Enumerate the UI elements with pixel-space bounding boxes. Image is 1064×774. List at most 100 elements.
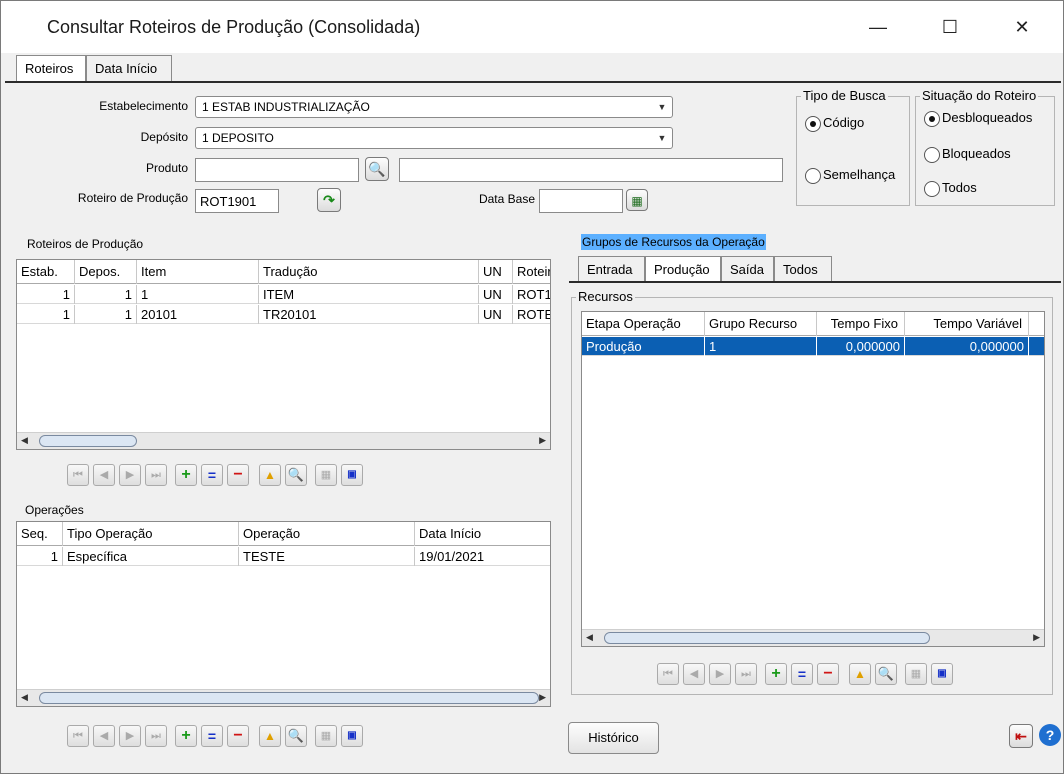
search-button[interactable]: 🔍 [365,157,389,181]
column-header[interactable]: Roteiro [513,260,550,284]
estabelecimento-select[interactable]: 1 ESTAB INDUSTRIALIZAÇÃO ▼ [195,96,673,118]
last-record-icon[interactable]: ⏭ [735,663,757,685]
radio-bloqueados[interactable]: Bloqueados [924,146,1011,163]
first-record-icon[interactable]: ⏮ [67,464,89,486]
next-record-icon[interactable]: ▶ [709,663,731,685]
tab-saida[interactable]: Saída [721,256,774,282]
recursos-grid[interactable]: Etapa Operação Grupo Recurso Tempo Fixo … [581,311,1045,647]
maximize-button[interactable]: ☐ [927,9,973,45]
help-button[interactable]: ? [1039,724,1061,746]
roteiro-input[interactable]: ROT1901 [195,189,279,213]
column-header[interactable]: Data Início [415,522,550,546]
refresh-button[interactable]: ↷ [317,188,341,212]
deposito-select[interactable]: 1 DEPOSITO ▼ [195,127,673,149]
radio-todos[interactable]: Todos [924,180,977,197]
first-record-icon[interactable]: ⏮ [67,725,89,747]
column-header[interactable]: Tradução [259,260,479,284]
scroll-thumb[interactable] [604,632,930,644]
scroll-thumb[interactable] [39,435,137,447]
column-header[interactable]: Tempo Fixo [817,312,905,336]
first-record-icon[interactable]: ⏮ [657,663,679,685]
operacoes-grid[interactable]: Seq. Tipo Operação Operação Data Início … [16,521,551,707]
scroll-left-icon[interactable]: ◀ [21,692,28,703]
tab-entrada[interactable]: Entrada [578,256,645,282]
export-icon[interactable]: ▣ [341,464,363,486]
prev-record-icon[interactable]: ◀ [93,464,115,486]
tab-roteiros[interactable]: Roteiros [16,55,86,81]
grid-view-icon[interactable]: ▦ [315,464,337,486]
window-title: Consultar Roteiros de Produção (Consolid… [47,17,421,37]
cell-roteiro: ROTE [513,305,550,324]
produto-description-field[interactable] [399,158,783,182]
grid-view-icon[interactable]: ▦ [315,725,337,747]
roteiros-grid[interactable]: Estab. Depos. Item Tradução UN Roteiro 1… [16,259,551,450]
cell-grupo-recurso: 1 [705,337,817,356]
historico-button[interactable]: Histórico [568,722,659,754]
scroll-right-icon[interactable]: ▶ [539,692,546,703]
column-header[interactable]: Depos. [75,260,137,284]
calendar-button[interactable]: ▦ [626,189,648,211]
equal-icon[interactable]: = [201,464,223,486]
table-row-selected[interactable]: Produção 1 0,000000 0,000000 [582,337,1044,356]
radio-codigo[interactable]: Código [805,115,864,132]
data-base-input[interactable] [539,189,623,213]
tab-data-inicio[interactable]: Data Início [86,55,172,81]
remove-icon[interactable]: − [227,725,249,747]
next-record-icon[interactable]: ▶ [119,725,141,747]
radio-unchecked-icon [805,167,821,184]
add-icon[interactable]: + [765,663,787,685]
scroll-left-icon[interactable]: ◀ [586,632,593,643]
close-button[interactable]: ✕ [999,9,1045,45]
table-row[interactable]: 1 1 1 ITEM UN ROT1 [17,285,550,304]
next-record-icon[interactable]: ▶ [119,464,141,486]
radio-unchecked-icon [924,146,940,163]
tab-todos[interactable]: Todos [774,256,832,282]
search-icon[interactable]: 🔍 [285,725,307,747]
grid-view-icon[interactable]: ▦ [905,663,927,685]
add-icon[interactable]: + [175,464,197,486]
horizontal-scrollbar[interactable]: ◀ ▶ [582,629,1044,646]
prev-record-icon[interactable]: ◀ [93,725,115,747]
triangle-up-icon[interactable]: ▲ [259,725,281,747]
last-record-icon[interactable]: ⏭ [145,725,167,747]
column-header[interactable]: Operação [239,522,415,546]
scroll-right-icon[interactable]: ▶ [539,435,546,446]
column-header[interactable]: Etapa Operação [582,312,705,336]
minimize-button[interactable]: — [855,9,901,45]
tab-producao[interactable]: Produção [645,256,721,282]
column-header[interactable]: Item [137,260,259,284]
last-record-icon[interactable]: ⏭ [145,464,167,486]
horizontal-scrollbar[interactable]: ◀ ▶ [17,689,550,706]
column-header[interactable]: UN [479,260,513,284]
export-icon[interactable]: ▣ [341,725,363,747]
exit-button[interactable]: ⇤ [1009,724,1033,748]
prev-record-icon[interactable]: ◀ [683,663,705,685]
column-header[interactable]: Tipo Operação [63,522,239,546]
produto-input[interactable] [195,158,359,182]
remove-icon[interactable]: − [227,464,249,486]
equal-icon[interactable]: = [201,725,223,747]
add-icon[interactable]: + [175,725,197,747]
column-header[interactable]: Estab. [17,260,75,284]
search-icon[interactable]: 🔍 [875,663,897,685]
horizontal-scrollbar[interactable]: ◀ ▶ [17,432,550,449]
cell-traducao: ITEM [259,285,479,304]
export-icon[interactable]: ▣ [931,663,953,685]
scroll-thumb[interactable] [39,692,539,704]
triangle-up-icon[interactable]: ▲ [849,663,871,685]
equal-icon[interactable]: = [791,663,813,685]
scroll-left-icon[interactable]: ◀ [21,435,28,446]
column-header[interactable]: Seq. [17,522,63,546]
table-row[interactable]: 1 1 20101 TR20101 UN ROTE [17,305,550,324]
table-row[interactable]: 1 Específica TESTE 19/01/2021 [17,547,550,566]
deposito-label: Depósito [140,130,188,144]
scroll-right-icon[interactable]: ▶ [1033,632,1040,643]
triangle-up-icon[interactable]: ▲ [259,464,281,486]
radio-desbloqueados[interactable]: Desbloqueados [924,110,1032,127]
column-header[interactable]: Grupo Recurso [705,312,817,336]
search-icon: 🔍 [368,161,386,177]
column-header[interactable]: Tempo Variável [905,312,1029,336]
remove-icon[interactable]: − [817,663,839,685]
radio-semelhanca[interactable]: Semelhança [805,167,895,184]
search-icon[interactable]: 🔍 [285,464,307,486]
